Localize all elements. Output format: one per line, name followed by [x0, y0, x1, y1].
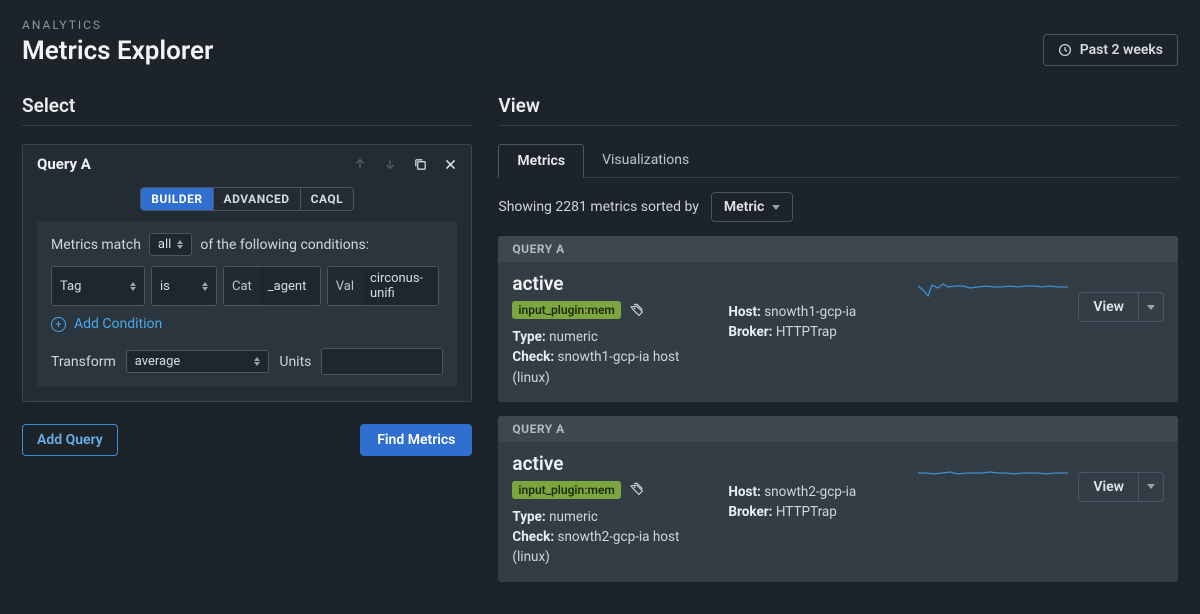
sparkline — [918, 458, 1068, 488]
chevron-down-icon — [1147, 484, 1155, 489]
units-input[interactable] — [321, 348, 443, 375]
tab-metrics[interactable]: Metrics — [498, 144, 584, 178]
result-card: QUERY A active input_plugin:mem Type: nu… — [498, 236, 1178, 402]
transform-value: average — [135, 354, 181, 369]
view-caret-button[interactable] — [1139, 292, 1164, 322]
plus-circle-icon: + — [51, 317, 66, 332]
chevron-down-icon — [772, 205, 780, 210]
metric-check: Check: snowth2-gcp-ia host (linux) — [512, 527, 710, 568]
metric-host: Host: snowth2-gcp-ia — [728, 482, 900, 502]
page-title: Metrics Explorer — [22, 36, 213, 66]
timerange-button[interactable]: Past 2 weeks — [1043, 34, 1178, 66]
sort-button[interactable]: Metric — [711, 192, 793, 222]
timerange-label: Past 2 weeks — [1080, 42, 1163, 58]
transform-label: Transform — [51, 354, 116, 370]
showing-text: Showing 2281 metrics sorted by — [498, 199, 699, 215]
add-condition-button[interactable]: + Add Condition — [51, 316, 443, 332]
tab-visualizations[interactable]: Visualizations — [584, 144, 707, 177]
clock-icon — [1058, 43, 1072, 57]
query-a-label: Query A — [37, 155, 91, 173]
result-strip: QUERY A — [498, 416, 1178, 442]
metric-type: Type: numeric — [512, 327, 710, 347]
result-strip: QUERY A — [498, 236, 1178, 262]
tags-icon[interactable] — [629, 481, 646, 498]
sort-label: Metric — [724, 199, 764, 215]
cond-field-select[interactable]: Tag — [51, 266, 145, 306]
cond-op-value: is — [160, 279, 170, 294]
add-query-button[interactable]: Add Query — [22, 424, 118, 456]
updown-icon — [202, 282, 208, 291]
match-pre-label: Metrics match — [51, 237, 141, 253]
move-down-icon[interactable] — [383, 157, 397, 171]
updown-icon — [177, 240, 183, 249]
query-card: Query A BUILDER ADVANCED CAQL — [22, 144, 472, 402]
chevron-down-icon — [1147, 305, 1155, 310]
view-button[interactable]: View — [1078, 292, 1139, 322]
view-caret-button[interactable] — [1139, 472, 1164, 502]
metric-name: active — [512, 272, 710, 295]
add-condition-label: Add Condition — [74, 316, 162, 332]
metric-broker: Broker: HTTPTrap — [728, 322, 900, 342]
mode-builder[interactable]: BUILDER — [141, 188, 213, 210]
cond-val-label: Val — [328, 267, 362, 305]
select-heading: Select — [22, 94, 472, 126]
updown-icon — [130, 282, 136, 291]
units-label: Units — [279, 354, 311, 370]
match-post-label: of the following conditions: — [200, 237, 369, 253]
mode-switcher: BUILDER ADVANCED CAQL — [140, 187, 354, 211]
cond-val-input[interactable]: circonus-unifi — [362, 267, 438, 305]
cond-cat-label: Cat — [224, 267, 260, 305]
mode-advanced[interactable]: ADVANCED — [214, 188, 301, 210]
move-up-icon[interactable] — [353, 157, 367, 171]
tag-chip[interactable]: input_plugin:mem — [512, 301, 620, 319]
match-scope-value: all — [158, 237, 171, 252]
match-scope-select[interactable]: all — [149, 233, 192, 256]
metric-name: active — [512, 452, 710, 475]
tags-icon[interactable] — [629, 302, 646, 319]
breadcrumb-analytics: ANALYTICS — [22, 18, 1178, 32]
cond-op-select[interactable]: is — [151, 266, 217, 306]
cond-cat-input[interactable]: _agent — [260, 267, 320, 305]
metric-type: Type: numeric — [512, 507, 710, 527]
mode-caql[interactable]: CAQL — [301, 188, 354, 210]
close-icon[interactable] — [444, 158, 457, 171]
view-heading: View — [498, 94, 1178, 126]
result-card: QUERY A active input_plugin:mem Type: nu… — [498, 416, 1178, 582]
sparkline — [918, 278, 1068, 308]
metric-broker: Broker: HTTPTrap — [728, 502, 900, 522]
find-metrics-button[interactable]: Find Metrics — [360, 424, 472, 456]
duplicate-icon[interactable] — [413, 157, 428, 172]
updown-icon — [254, 357, 260, 366]
transform-select[interactable]: average — [126, 350, 270, 373]
tag-chip[interactable]: input_plugin:mem — [512, 481, 620, 499]
metric-host: Host: snowth1-gcp-ia — [728, 302, 900, 322]
view-button[interactable]: View — [1078, 472, 1139, 502]
cond-field-value: Tag — [60, 279, 81, 294]
metric-check: Check: snowth1-gcp-ia host (linux) — [512, 347, 710, 388]
